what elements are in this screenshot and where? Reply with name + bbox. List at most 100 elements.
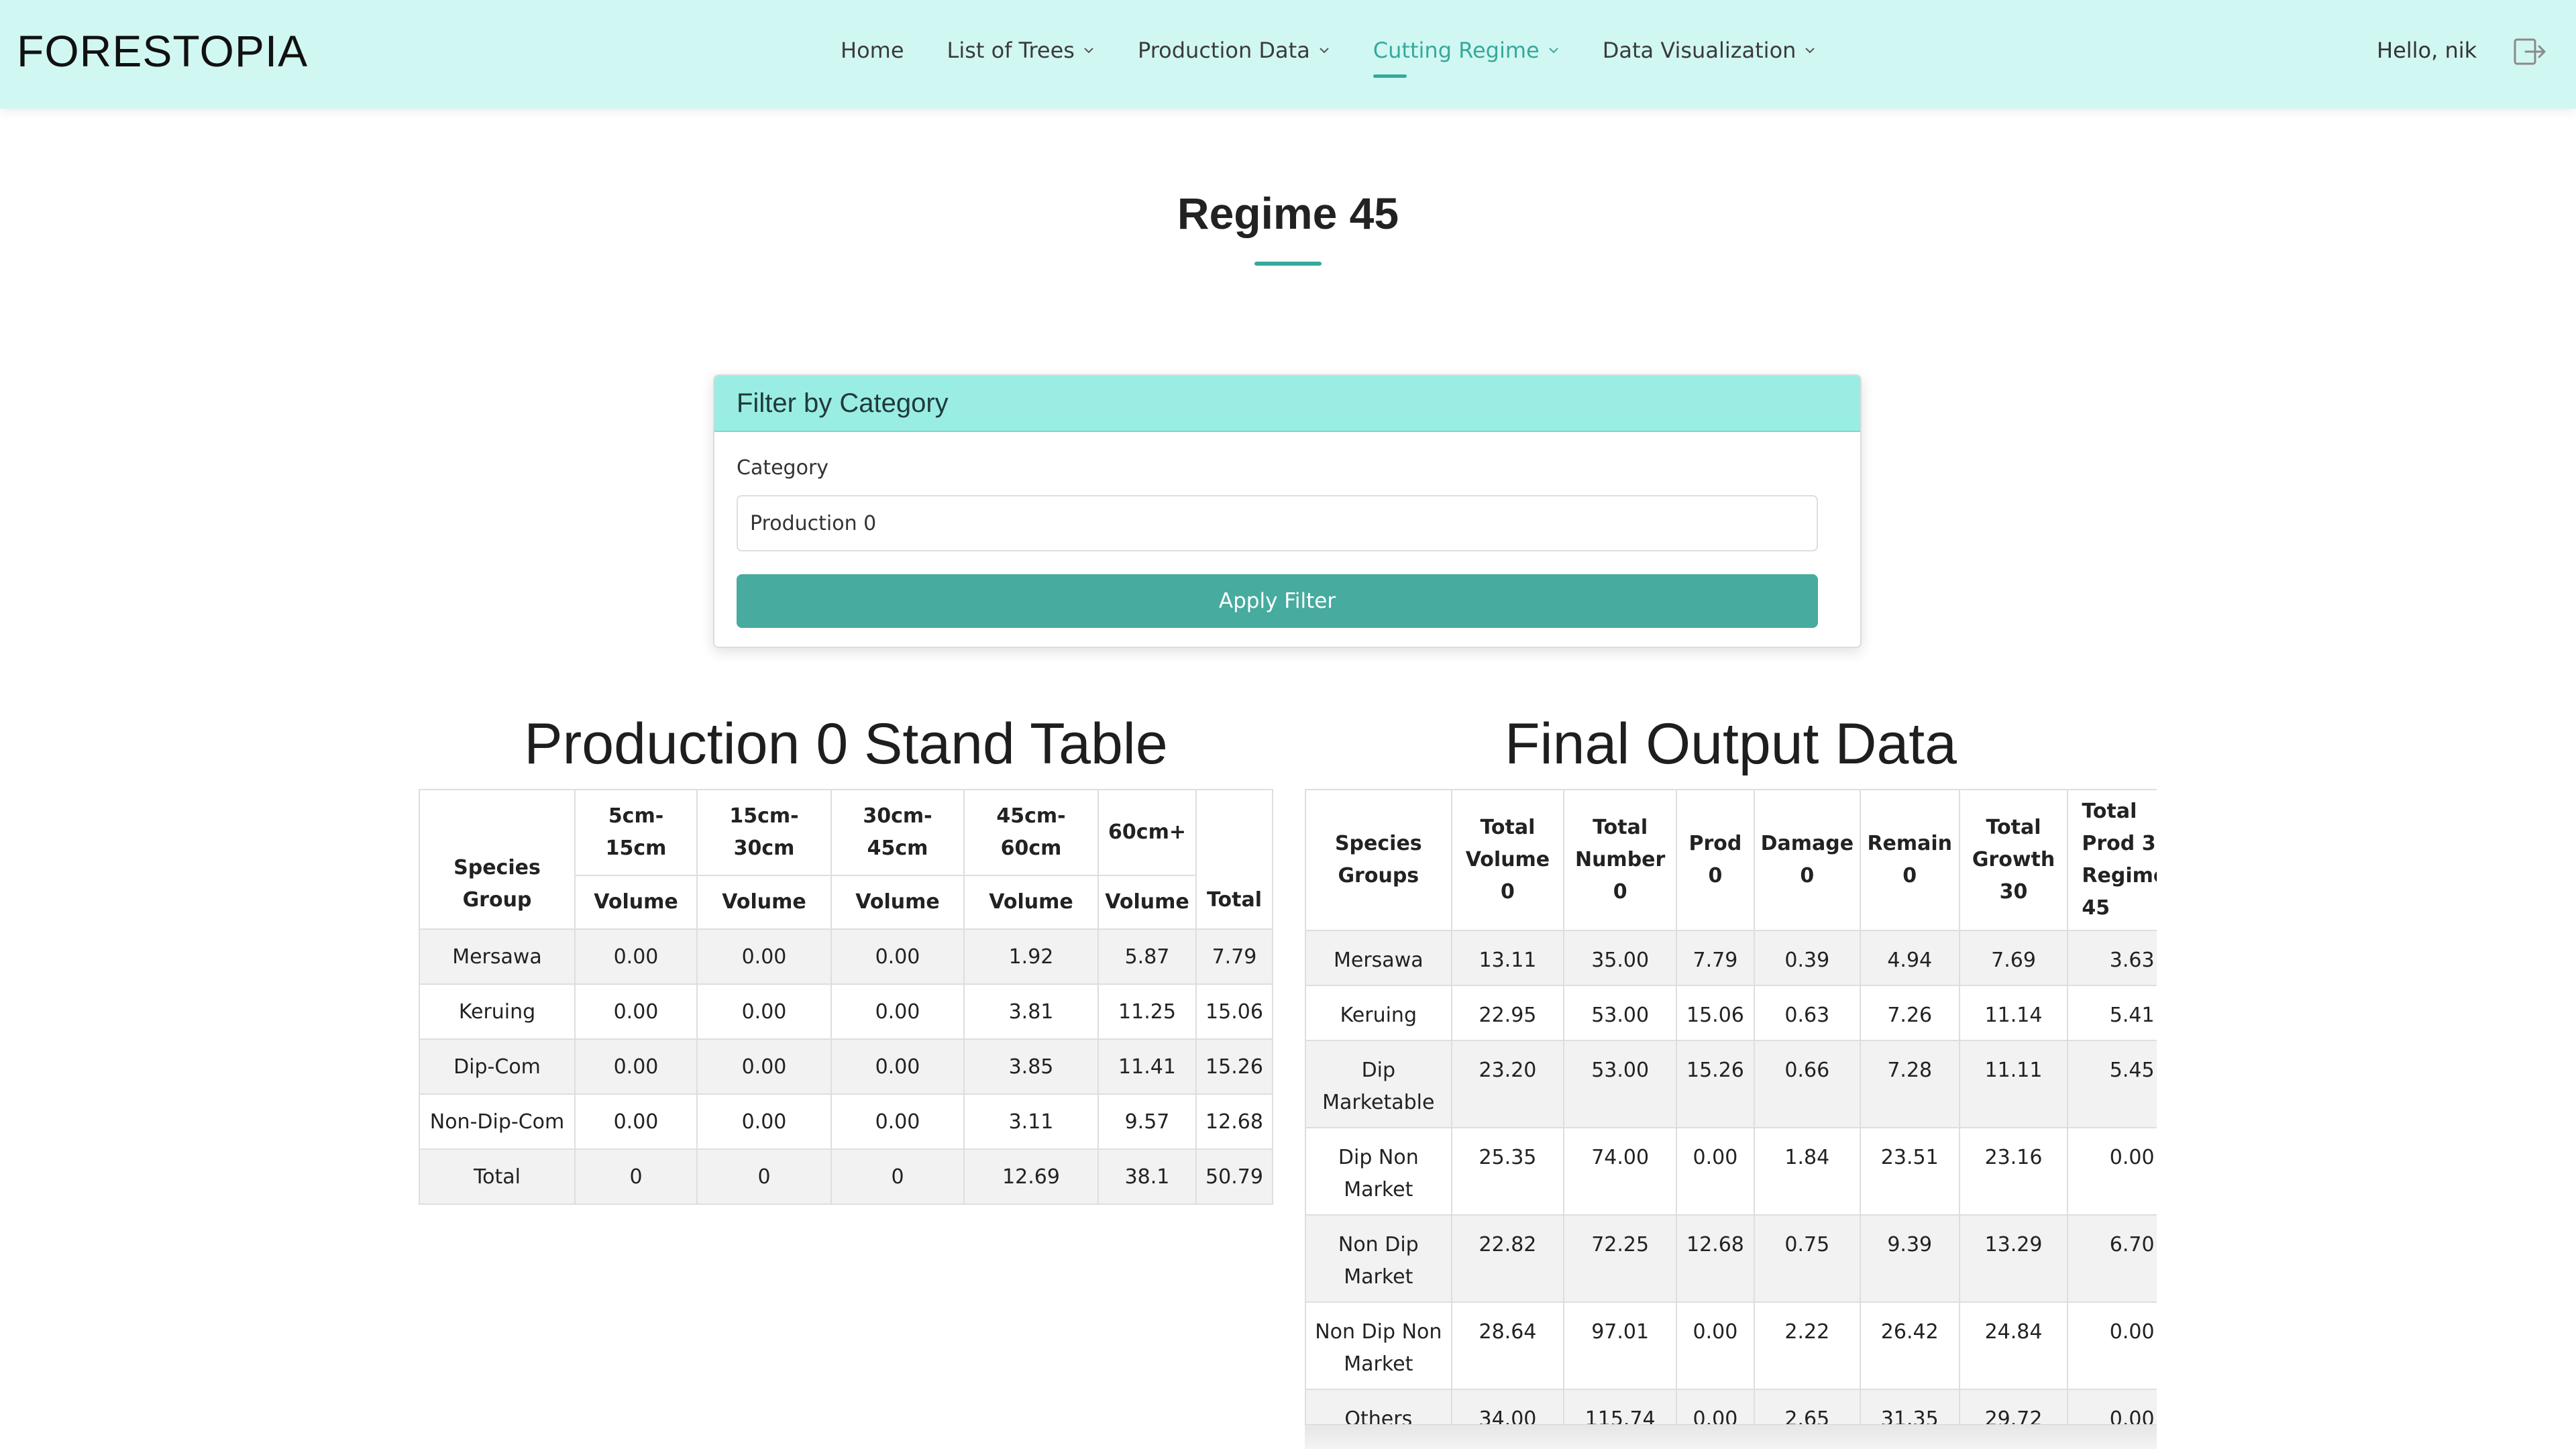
species-group-cell: Mersawa (419, 928, 576, 985)
table-cell: 0.00 (2067, 1127, 2157, 1216)
final-output-title: Final Output Data (1504, 712, 1957, 776)
table-cell: 7.26 (1859, 985, 1960, 1041)
table-cell: 5.45 (2067, 1040, 2157, 1128)
volume-subheader: Volume (574, 875, 698, 930)
table-cell: 0.00 (574, 983, 698, 1040)
nav-cutting-regime[interactable]: Cutting Regime (1373, 38, 1560, 78)
table-row: Non Dip Non Market 28.64 97.01 0.00 2.22 26.4… (1305, 1301, 2157, 1390)
brand-logo[interactable]: FORESTOPIA (17, 25, 308, 76)
table-cell: 35.00 (1563, 930, 1678, 986)
table-cell: 22.95 (1450, 985, 1565, 1041)
table-cell: 7.69 (1958, 930, 2069, 986)
table-row: Dip Marketable 23.20 53.00 15.26 0.66 7.28 11.… (1305, 1040, 2157, 1128)
logout-icon[interactable] (2514, 38, 2548, 66)
total-header: Total (1195, 789, 1273, 930)
species-group-cell: Dip-Com (419, 1038, 576, 1095)
species-groups-header: Species Groups (1305, 789, 1452, 931)
table-cell: 9.57 (1097, 1093, 1197, 1150)
chevron-down-icon (1320, 48, 1329, 54)
table-cell: 0.00 (574, 1038, 698, 1095)
final-output-table[interactable]: Species Groups Total Volume 0 Total Numb… (1305, 789, 2157, 1449)
column-header: Total Number 0 (1563, 789, 1678, 931)
column-header: Total Growth 30 (1958, 789, 2069, 931)
nav-home-label: Home (841, 38, 904, 63)
table-cell: 0.63 (1753, 985, 1861, 1041)
table-row: Total 0 0 0 12.69 38.1 50.79 (419, 1148, 1273, 1205)
table-cell: 23.20 (1450, 1040, 1565, 1128)
table-cell: 53.00 (1563, 985, 1678, 1041)
table-cell: 7.28 (1859, 1040, 1960, 1128)
table-cell: 22.82 (1450, 1214, 1565, 1303)
stand-table: Species Group 5cm-15cm 15cm-30cm 30cm-45… (419, 789, 1273, 1205)
range-header: 15cm-30cm (696, 789, 832, 876)
table-cell: 25.35 (1450, 1127, 1565, 1216)
table-cell: 26.42 (1859, 1301, 1960, 1390)
table-cell: 23.16 (1958, 1127, 2069, 1216)
category-label: Category (737, 456, 829, 480)
range-header: 5cm-15cm (574, 789, 698, 876)
horizontal-scrollbar[interactable] (1305, 1424, 2157, 1449)
species-group-cell: Non Dip Non Market (1305, 1301, 1452, 1390)
table-cell: 0.00 (830, 1093, 965, 1150)
table-cell: 13.29 (1958, 1214, 2069, 1303)
table-cell: 0.00 (1676, 1127, 1755, 1216)
table-cell: 7.79 (1195, 928, 1273, 985)
table-cell: 0.00 (696, 983, 832, 1040)
table-cell: 6.70 (2067, 1214, 2157, 1303)
apply-filter-button[interactable]: Apply Filter (737, 574, 1818, 628)
table-cell: 4.94 (1859, 930, 1960, 986)
table-cell: 74.00 (1563, 1127, 1678, 1216)
table-cell: 11.14 (1958, 985, 2069, 1041)
top-navbar: FORESTOPIA Home List of Trees Production… (0, 0, 2576, 109)
volume-subheader: Volume (696, 875, 832, 930)
table-cell: 1.84 (1753, 1127, 1861, 1216)
table-cell: 0.00 (1676, 1301, 1755, 1390)
nav-home[interactable]: Home (841, 38, 904, 63)
table-cell: 0.00 (830, 1038, 965, 1095)
table-cell: 5.87 (1097, 928, 1197, 985)
species-group-cell: Mersawa (1305, 930, 1452, 986)
table-cell: 3.63 (2067, 930, 2157, 986)
column-header: Total Prod 30 Regime 45 (2067, 789, 2157, 931)
main-nav: Home List of Trees Production Data Cutti… (841, 38, 1859, 78)
category-select[interactable]: Production 0 (737, 495, 1818, 551)
chevron-down-icon (1549, 48, 1558, 54)
chevron-down-icon (1805, 48, 1815, 54)
table-cell: 0.00 (830, 983, 965, 1040)
table-row: Keruing 22.95 53.00 15.06 0.63 7.26 11.14 5.41 (1305, 985, 2157, 1041)
table-cell: 0 (574, 1148, 698, 1205)
volume-subheader: Volume (1097, 875, 1197, 930)
table-cell: 0.39 (1753, 930, 1861, 986)
table-cell: 38.1 (1097, 1148, 1197, 1205)
page-title: Regime 45 (1177, 189, 1399, 238)
table-cell: 53.00 (1563, 1040, 1678, 1128)
table-row: Keruing 0.00 0.00 0.00 3.81 11.25 15.06 (419, 983, 1273, 1040)
volume-subheader: Volume (963, 875, 1099, 930)
table-row: Dip-Com 0.00 0.00 0.00 3.85 11.41 15.26 (419, 1038, 1273, 1095)
species-group-header: Species Group (419, 789, 576, 930)
table-cell: 0.00 (696, 928, 832, 985)
table-cell: 1.92 (963, 928, 1099, 985)
table-cell: 15.06 (1676, 985, 1755, 1041)
table-cell: 0.00 (696, 1093, 832, 1150)
stand-table-title: Production 0 Stand Table (524, 712, 1168, 776)
user-greeting: Hello, nik (2377, 38, 2477, 63)
nav-production-data[interactable]: Production Data (1138, 38, 1330, 63)
nav-list-of-trees[interactable]: List of Trees (947, 38, 1095, 63)
table-row: Dip Non Market 25.35 74.00 0.00 1.84 23.51 23.… (1305, 1127, 2157, 1216)
nav-production-data-label: Production Data (1137, 38, 1310, 63)
table-cell: 2.22 (1753, 1301, 1861, 1390)
species-group-cell: Dip Non Market (1305, 1127, 1452, 1216)
species-group-cell: Keruing (419, 983, 576, 1040)
table-cell: 12.68 (1676, 1214, 1755, 1303)
table-cell: 7.79 (1676, 930, 1755, 986)
column-header: Remain 0 (1859, 789, 1960, 931)
nav-data-visualization[interactable]: Data Visualization (1603, 38, 1817, 63)
range-header: 45cm-60cm (963, 789, 1099, 876)
species-group-cell: Dip Marketable (1305, 1040, 1452, 1128)
table-cell: 24.84 (1958, 1301, 2069, 1390)
table-cell: 11.11 (1958, 1040, 2069, 1128)
table-cell: 3.11 (963, 1093, 1099, 1150)
range-header: 60cm+ (1097, 789, 1197, 876)
table-cell: 0.00 (830, 928, 965, 985)
